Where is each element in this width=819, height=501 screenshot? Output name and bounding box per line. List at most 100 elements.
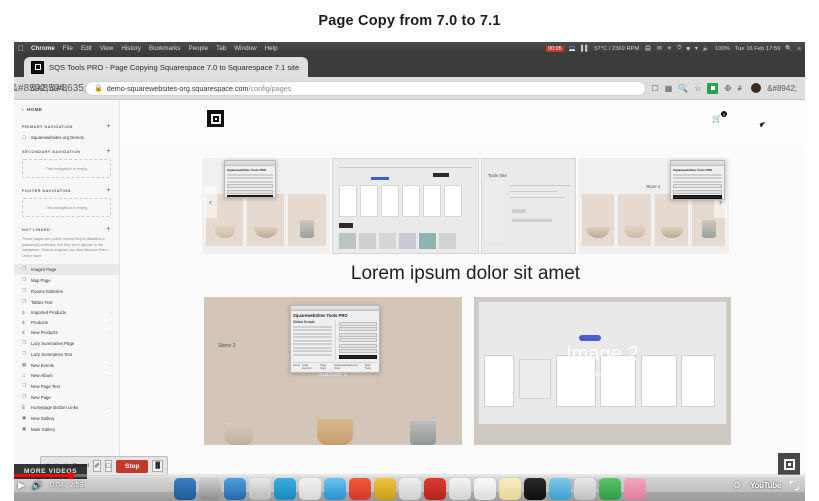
sidebar-item-products[interactable]: $ Products › xyxy=(14,318,119,328)
panel-tab-page-copy[interactable]: Page Copy xyxy=(320,364,332,370)
youtube-logo[interactable]: YouTube xyxy=(750,481,781,490)
chevron-icon[interactable]: › xyxy=(110,330,111,335)
pages-sidebar[interactable]: ‹ HOME PRIMARY NAVIGATION + ☐ Squarewebs… xyxy=(14,100,120,492)
fullscreen-icon[interactable] xyxy=(790,481,799,490)
sqs-tools-panel-gallery2[interactable]: SquarewebSites Tools PRO xyxy=(670,160,725,200)
panel-tab-home[interactable]: Home xyxy=(293,364,300,370)
browser-tab-active[interactable]: SQS Tools PRO - Page Copying Squarespace… xyxy=(24,57,309,77)
sidebar-item-demos[interactable]: ☐ Squarewebsites.org Demos xyxy=(14,132,119,143)
channel-watermark-icon[interactable] xyxy=(778,453,800,475)
apple-logo-icon[interactable]:  xyxy=(18,44,24,53)
menubar-item-history[interactable]: History xyxy=(121,45,141,52)
gallery-carousel[interactable]: Store 2 ‹ xyxy=(202,158,729,254)
menubar-item-chrome[interactable]: Chrome xyxy=(31,45,55,52)
keyboard-flag-icon[interactable]: ■ xyxy=(686,46,690,52)
display-icon[interactable]: 💻 xyxy=(569,46,576,52)
menubar-item-tab[interactable]: Tab xyxy=(216,45,226,52)
bluetooth-icon[interactable]: ✉ xyxy=(657,46,662,52)
product-tile[interactable] xyxy=(655,194,689,246)
sidebar-item-new-gallery[interactable]: ▣ New Gallery xyxy=(14,413,119,424)
sidebar-item-tables-test[interactable]: ❐ Tables Test xyxy=(14,297,119,308)
timemachine-icon[interactable]: ⏱ xyxy=(677,45,682,52)
play-button[interactable]: ▶ xyxy=(18,480,25,491)
search-icon[interactable]: 🔍 xyxy=(678,84,688,93)
video-player[interactable]:  Chrome File Edit View History Bookmark… xyxy=(14,42,805,501)
spotlight-search-icon[interactable]: 🔍 xyxy=(785,46,792,52)
address-bar[interactable]: 🔒 demo-squarewebsites-org.squarespace.co… xyxy=(85,80,646,96)
sidebar-item-homepage-bottom-links[interactable]: ⌸ Homepage Bottom Links ⌄ xyxy=(14,403,119,413)
chevron-icon[interactable]: › xyxy=(110,310,111,315)
qr-code-icon[interactable]: ▦ xyxy=(665,84,673,93)
screen-recording-indicator[interactable]: 00:05 xyxy=(546,45,564,52)
site-logo-icon[interactable] xyxy=(207,110,224,127)
gallery-slide-screenshot-1[interactable] xyxy=(331,158,479,254)
chrome-menu-icon[interactable]: &#8942; xyxy=(767,84,797,93)
sidebar-item-new-products[interactable]: $ New Products › xyxy=(14,328,119,338)
sidebar-item-new-page[interactable]: ❐ New Page xyxy=(14,392,119,403)
annotate-pen-icon[interactable]: ✐ xyxy=(93,460,101,472)
image-block-2[interactable]: Image 2 Subtitle 2 xyxy=(473,297,731,445)
sidebar-item-label: Tables Test xyxy=(31,299,53,305)
profile-avatar[interactable] xyxy=(751,83,762,93)
product-tile[interactable] xyxy=(581,194,615,246)
sidebar-item-images-page[interactable]: ❐ Images Page xyxy=(14,263,119,275)
panel-tab-code-injection[interactable]: Code Injection xyxy=(302,364,318,370)
sidebar-item-new-events[interactable]: ▦ New Events › xyxy=(14,360,119,371)
menubar-item-view[interactable]: View xyxy=(100,45,114,52)
gallery-slide-screenshot-2[interactable]: Tools Site xyxy=(480,158,576,254)
product-tile[interactable] xyxy=(618,194,652,246)
gallery-prev-icon[interactable]: ‹ xyxy=(204,186,217,218)
video-progress-bar[interactable] xyxy=(14,472,805,479)
site-preview-canvas[interactable]: 🛒 0 Store 2 ‹ xyxy=(120,100,805,492)
dropbox-icon[interactable]: ☀ xyxy=(667,46,672,52)
printer-icon[interactable]: 🖨 xyxy=(644,46,651,52)
activity-monitor-icon[interactable]: ▌▌ xyxy=(581,46,589,52)
product-tile[interactable] xyxy=(288,194,326,246)
menubar-item-bookmarks[interactable]: Bookmarks xyxy=(149,45,181,52)
chevron-icon[interactable]: › xyxy=(110,320,111,325)
sidebar-home-link[interactable]: ‹ HOME xyxy=(14,100,119,118)
reload-icon[interactable]: &#8635; xyxy=(49,80,86,96)
battery-status[interactable]: 100% xyxy=(715,46,730,52)
sidebar-item-new-page-test[interactable]: ❐ New Page Test xyxy=(14,381,119,392)
sidebar-item-imported-products[interactable]: $ Imported Products › xyxy=(14,308,119,318)
notification-center-icon[interactable]: ≡ xyxy=(798,46,801,52)
wifi-icon[interactable]: ▾ xyxy=(695,46,698,52)
sqs-tools-panel-gallery1[interactable]: SquarewebSites Tools PRO xyxy=(224,160,276,198)
progress-scrubber-handle[interactable] xyxy=(67,472,75,479)
pause-recording-button[interactable]: ▐▌ xyxy=(152,460,163,472)
extension-icon[interactable]: ≢ xyxy=(737,84,745,93)
share-icon[interactable]: ☐ xyxy=(652,84,659,93)
sqs-tools-extension-icon[interactable] xyxy=(707,82,719,94)
sidebar-item-main-gallery[interactable]: ▣ Main Gallery xyxy=(14,424,119,435)
section-not-linked: NOT LINKED + xyxy=(22,225,111,233)
sidebar-item-rooms-galleries[interactable]: ❐ Rooms Galleries xyxy=(14,286,119,297)
chevron-icon[interactable]: › xyxy=(110,373,111,378)
capture-frame-icon[interactable]: □ xyxy=(105,460,113,472)
cpu-temp-status[interactable]: 57°C / 2369 RPM xyxy=(594,46,639,52)
chevron-icon[interactable]: › xyxy=(110,363,111,368)
youtube-player-controls[interactable]: ▶ 🔊 0:04 / 2:59 ⚙ YouTube xyxy=(14,472,805,501)
stop-recording-button[interactable]: Stop xyxy=(116,459,149,473)
menubar-item-edit[interactable]: Edit xyxy=(81,45,92,52)
chevron-icon[interactable]: ⌄ xyxy=(108,405,111,410)
sidebar-item-map-page[interactable]: ❐ Map Page xyxy=(14,275,119,286)
gallery-slide-label: Tools Site xyxy=(487,173,507,178)
sidebar-item-new-album[interactable]: ♫ New Album › xyxy=(14,371,119,381)
bookmark-star-icon[interactable]: ☆ xyxy=(694,84,701,93)
menubar-item-help[interactable]: Help xyxy=(265,45,278,52)
panel-tab-sites[interactable]: Squarewebsites.org Sites xyxy=(334,364,362,370)
menubar-item-people[interactable]: People xyxy=(188,45,208,52)
volume-icon[interactable]: 🔊 xyxy=(32,480,43,491)
menubar-item-window[interactable]: Window xyxy=(234,45,256,52)
menubar-item-file[interactable]: File xyxy=(63,45,73,52)
sidebar-item-lazy-summaries-page[interactable]: ❐ Lazy Summaries Page xyxy=(14,338,119,349)
sidebar-item-lazy-summaries-test[interactable]: ❐ Lazy Summaries Test xyxy=(14,349,119,360)
page-icon: ❐ xyxy=(22,351,27,357)
volume-icon[interactable]: 🔈 xyxy=(703,46,710,52)
panel-tab-build-tools[interactable]: Build Tools xyxy=(365,364,377,370)
extensions-puzzle-icon[interactable]: ✠ xyxy=(724,84,731,93)
sqs-tools-panel-main[interactable]: SquarewebSites Tools PRO Global Scripts xyxy=(290,305,380,373)
settings-gear-icon[interactable]: ⚙ xyxy=(733,480,741,491)
product-tile[interactable] xyxy=(247,194,285,246)
